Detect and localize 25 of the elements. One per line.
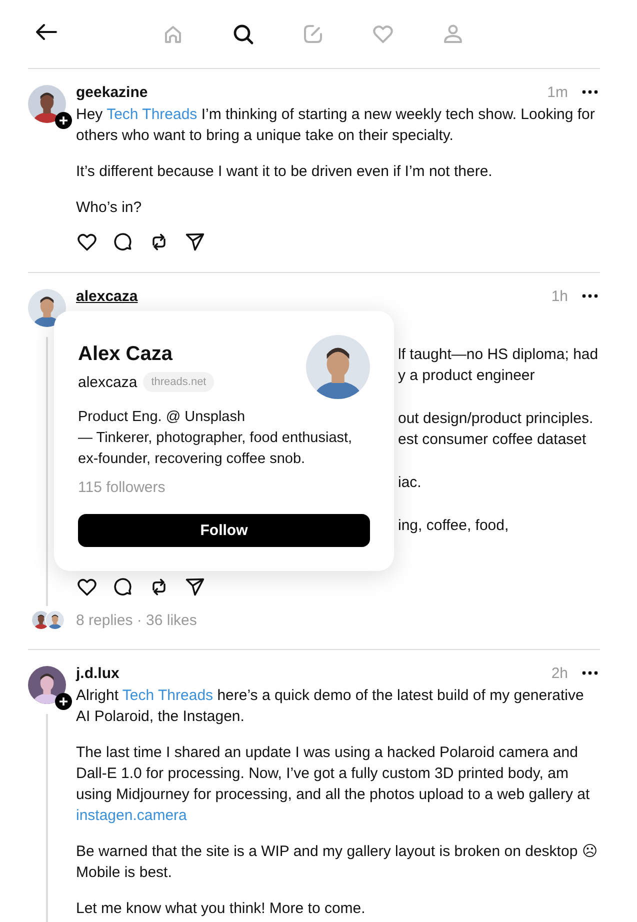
profile-bio: Product Eng. @ Unsplash — Tinkerer, photographer, food enthusiast, ex-founder, recovering coffee snob. bbox=[78, 408, 354, 469]
post-time: 1m bbox=[547, 84, 568, 100]
post-text: est consumer coffee dataset bbox=[398, 430, 588, 450]
follow-button[interactable]: Follow bbox=[78, 514, 370, 547]
post-text: It’s different because I want it to be driven even if I’m not there. bbox=[76, 162, 494, 182]
post-text: Be warned that the site is a WIP and my gallery layout is broken on desktop ☹ Mobile is best. bbox=[76, 842, 599, 883]
post-text: Let me know what you think! More to come. bbox=[76, 899, 366, 919]
post-text: iac. bbox=[398, 473, 422, 493]
profile-name: Alex Caza bbox=[78, 343, 174, 366]
post-time: 2h bbox=[551, 664, 568, 682]
username[interactable]: j.d.lux bbox=[76, 664, 120, 682]
profile-handle: alexcaza bbox=[78, 374, 138, 390]
username[interactable]: geekazine bbox=[76, 84, 148, 100]
post-text: Who’s in? bbox=[76, 198, 143, 218]
post-text: ing, coffee, food, bbox=[398, 516, 510, 536]
username[interactable]: alexcaza bbox=[76, 288, 138, 304]
post-text: lf taught—no HS diploma; had bbox=[398, 345, 600, 365]
post-text: out design/product principles. bbox=[398, 409, 594, 429]
post-text: y a product engineer bbox=[398, 366, 536, 386]
domain-tag: threads.net bbox=[143, 372, 214, 392]
post-text: The last time I shared an update I was using a hacked Polaroid camera and Dall-E 1.0 for processing. Now, I’ve got a fully custom 3D printed body, am using Midjourney for processing, and all the photos upload to a web gallery at instagen.camera bbox=[76, 743, 591, 826]
post-time: 1h bbox=[551, 288, 568, 304]
post-text: Hey Tech Threads I’m thinking of starting a new weekly tech show. Looking for others who want to bring a unique take on their specialty. bbox=[76, 105, 596, 146]
follower-count: 115 followers bbox=[78, 479, 166, 496]
post-text: Alright Tech Threads here’s a quick demo of the latest build of my generative AI Polaroid, the Instagen. bbox=[76, 686, 585, 727]
